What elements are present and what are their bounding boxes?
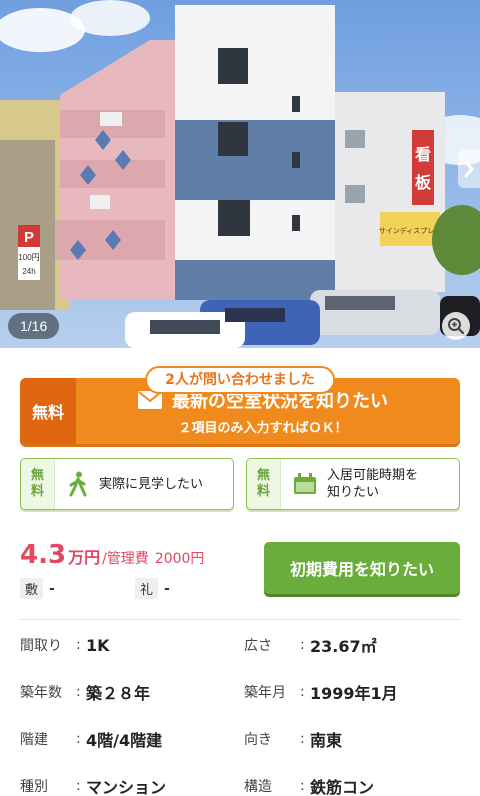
move-in-label-line2: 知りたい [327,485,380,500]
vacancy-cta-subtitle: ２項目のみ入力すればＯＫ！ [178,420,348,436]
spec-key: 築年月 [244,685,286,701]
spec-value: 4階/4階建 [86,731,163,750]
secondary-cta-row: 無 料 実際に見学したい 無 料 入居可能時期を 知りたい [20,458,460,510]
free-badge: 無料 [20,378,76,444]
zoom-in-icon [448,318,465,335]
chevron-right-icon [464,160,474,178]
spec-value: 1K [86,635,110,655]
key-money-value: - [164,580,170,597]
key-money-label: 礼 [135,578,159,599]
vacancy-cta-section: 2人が問い合わせました 無料 最新の空室状況を知りたい ２項目のみ入力すればＯＫ… [20,348,460,446]
inquiry-count-badge: 2人が問い合わせました [145,366,335,394]
spec-value: 1999年1月 [310,684,398,703]
initial-cost-button[interactable]: 初期費用を知りたい [264,542,460,594]
calendar-icon [294,473,316,494]
spec-type: 種別 : マンション [20,775,236,796]
tour-request-label: 実際に見学したい [99,476,204,492]
sign-display-text: サインディスプレー [379,226,442,235]
spec-value: マンション [86,778,167,796]
spec-key: 間取り [20,638,62,654]
move-in-date-button[interactable]: 無 料 入居可能時期を 知りたい [246,458,460,510]
next-photo-button[interactable] [458,150,480,188]
spec-key: 構造 [244,779,272,795]
move-in-label-line1: 入居可能時期を [327,468,419,483]
spec-floor-plan: 間取り : 1K [20,635,110,655]
deposit-value: - [49,580,55,597]
price-section: 4.3 万円 / 管理費 2000円 敷 - 礼 - 初期費用を知りたい [20,540,460,599]
spec-built-date: 築年月 : 1999年1月 [244,681,460,703]
free-badge-char-2: 料 [256,484,270,499]
spec-key: 向き [244,732,272,748]
spec-key: 広さ [244,638,272,654]
walking-person-icon [69,471,87,497]
spec-structure: 構造 : 鉄筋コン [244,775,460,796]
management-fee-label: 管理費 [106,551,149,567]
building-photo-image: P 100円 24h 看 板 サインディスプレー [0,0,480,348]
spec-key: 階建 [20,732,48,748]
spec-value: 23.67㎡ [310,637,377,656]
spec-orientation: 向き : 南東 [244,728,460,750]
zoom-button[interactable] [442,312,470,340]
spec-key: 築年数 [20,685,62,701]
rent-line: 4.3 万円 / 管理費 2000円 [20,540,250,570]
free-badge-char-2: 料 [30,484,44,499]
parking-sign-hours: 24h [22,267,35,276]
spec-value: 築２８年 [86,684,151,703]
deposit-label: 敷 [20,578,44,599]
rent-value: 4.3 [20,540,67,570]
tour-request-button[interactable]: 無 料 実際に見学したい [20,458,234,510]
free-badge: 無 料 [247,459,281,509]
rent-unit: 万円 [68,548,101,567]
sign-char-2: 板 [415,173,432,192]
spec-key: 種別 [20,779,48,795]
property-photo[interactable]: P 100円 24h 看 板 サインディスプレー 1/16 [0,0,480,348]
parking-sign-letter: P [24,229,34,246]
photo-counter: 1/16 [8,313,60,339]
spec-value: 鉄筋コン [310,778,375,796]
spec-floors: 階建 : 4階/4階建 [20,728,236,750]
sign-char-1: 看 [414,145,431,164]
section-divider [20,619,460,620]
free-badge-char-1: 無 [256,468,270,483]
free-badge: 無 料 [21,459,55,509]
property-spec-table: 間取り : 1K 広さ : 23.67㎡ 築年数 : 築２８年 築年月 : 19… [20,634,460,796]
spec-building-age: 築年数 : 築２８年 [20,681,236,703]
management-fee-value: 2000円 [154,551,205,567]
parking-sign-price: 100円 [18,253,39,262]
free-badge-char-1: 無 [30,468,44,483]
deposit-row: 敷 - 礼 - [20,578,250,599]
spec-area: 広さ : 23.67㎡ [244,634,460,656]
spec-value: 南東 [310,731,343,750]
